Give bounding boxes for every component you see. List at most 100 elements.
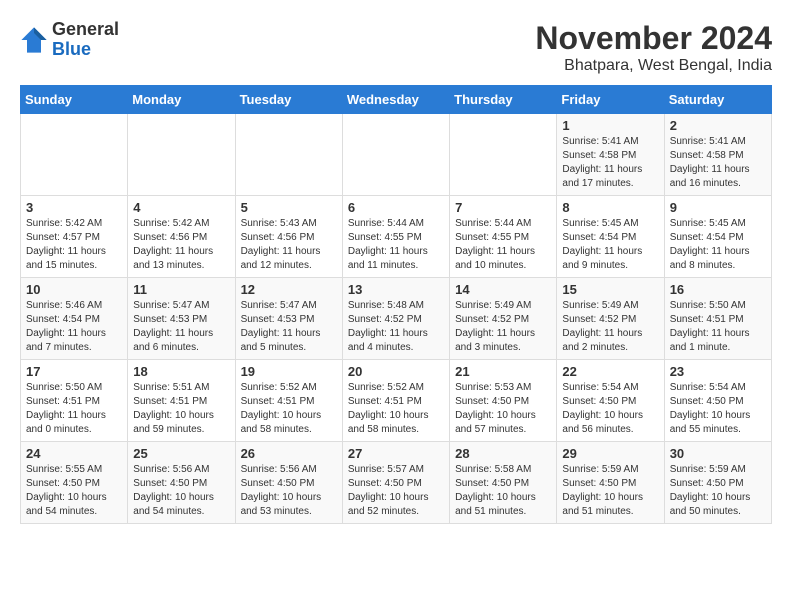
calendar-cell (235, 114, 342, 196)
day-info: Sunrise: 5:46 AMSunset: 4:54 PMDaylight:… (26, 299, 122, 355)
day-number: 15 (562, 282, 658, 297)
calendar-cell: 22Sunrise: 5:54 AMSunset: 4:50 PMDayligh… (557, 360, 664, 442)
day-info: Sunrise: 5:44 AMSunset: 4:55 PMDaylight:… (348, 217, 444, 273)
day-info: Sunrise: 5:42 AMSunset: 4:57 PMDaylight:… (26, 217, 122, 273)
calendar-cell: 8Sunrise: 5:45 AMSunset: 4:54 PMDaylight… (557, 196, 664, 278)
day-info: Sunrise: 5:51 AMSunset: 4:51 PMDaylight:… (133, 381, 229, 437)
week-row-1: 1 Sunrise: 5:41 AMSunset: 4:58 PMDaylight… (21, 114, 772, 196)
calendar-cell: 7Sunrise: 5:44 AMSunset: 4:55 PMDaylight… (450, 196, 557, 278)
day-number: 23 (670, 364, 766, 379)
day-number: 11 (133, 282, 229, 297)
calendar-cell: 19 Sunrise: 5:52 AMSunset: 4:51 PMDayligh… (235, 360, 342, 442)
day-number: 5 (241, 200, 337, 215)
day-number: 30 (670, 446, 766, 461)
calendar-cell: 26 Sunrise: 5:56 AMSunset: 4:50 PMDayligh… (235, 442, 342, 524)
day-number: 20 (348, 364, 444, 379)
calendar-cell: 4 Sunrise: 5:42 AMSunset: 4:56 PMDaylight… (128, 196, 235, 278)
month-title: November 2024 (535, 20, 772, 57)
day-number: 7 (455, 200, 551, 215)
day-info: Sunrise: 5:58 AMSunset: 4:50 PMDaylight:… (455, 463, 551, 519)
calendar-cell: 30Sunrise: 5:59 AMSunset: 4:50 PMDayligh… (664, 442, 771, 524)
day-number: 14 (455, 282, 551, 297)
week-row-4: 17 Sunrise: 5:50 AMSunset: 4:51 PMDayligh… (21, 360, 772, 442)
day-number: 26 (241, 446, 337, 461)
week-row-5: 24 Sunrise: 5:55 AMSunset: 4:50 PMDayligh… (21, 442, 772, 524)
calendar-cell (128, 114, 235, 196)
header-row: SundayMondayTuesdayWednesdayThursdayFrid… (21, 86, 772, 114)
day-number: 29 (562, 446, 658, 461)
day-info: Sunrise: 5:57 AMSunset: 4:50 PMDaylight:… (348, 463, 444, 519)
day-number: 12 (241, 282, 337, 297)
logo-icon (20, 26, 48, 54)
day-info: Sunrise: 5:41 AMSunset: 4:58 PMDaylight:… (670, 135, 766, 191)
calendar-cell: 15 Sunrise: 5:49 AMSunset: 4:52 PMDayligh… (557, 278, 664, 360)
day-number: 4 (133, 200, 229, 215)
day-info: Sunrise: 5:41 AMSunset: 4:58 PMDaylight:… (562, 135, 658, 191)
day-info: Sunrise: 5:59 AMSunset: 4:50 PMDaylight:… (562, 463, 658, 519)
day-number: 22 (562, 364, 658, 379)
day-info: Sunrise: 5:56 AMSunset: 4:50 PMDaylight:… (241, 463, 337, 519)
day-info: Sunrise: 5:55 AMSunset: 4:50 PMDaylight:… (26, 463, 122, 519)
day-number: 6 (348, 200, 444, 215)
day-number: 10 (26, 282, 122, 297)
day-number: 24 (26, 446, 122, 461)
day-info: Sunrise: 5:47 AMSunset: 4:53 PMDaylight:… (241, 299, 337, 355)
calendar-header: SundayMondayTuesdayWednesdayThursdayFrid… (21, 86, 772, 114)
day-info: Sunrise: 5:47 AMSunset: 4:53 PMDaylight:… (133, 299, 229, 355)
day-number: 21 (455, 364, 551, 379)
calendar-cell: 18 Sunrise: 5:51 AMSunset: 4:51 PMDayligh… (128, 360, 235, 442)
day-number: 16 (670, 282, 766, 297)
day-number: 18 (133, 364, 229, 379)
calendar-cell: 24 Sunrise: 5:55 AMSunset: 4:50 PMDayligh… (21, 442, 128, 524)
day-info: Sunrise: 5:54 AMSunset: 4:50 PMDaylight:… (670, 381, 766, 437)
header-day-friday: Friday (557, 86, 664, 114)
day-number: 27 (348, 446, 444, 461)
day-info: Sunrise: 5:48 AMSunset: 4:52 PMDaylight:… (348, 299, 444, 355)
calendar-cell: 25Sunrise: 5:56 AMSunset: 4:50 PMDayligh… (128, 442, 235, 524)
calendar-cell: 29 Sunrise: 5:59 AMSunset: 4:50 PMDayligh… (557, 442, 664, 524)
logo-text: General Blue (52, 20, 119, 60)
header: General Blue November 2024 Bhatpara, Wes… (20, 20, 772, 75)
header-day-tuesday: Tuesday (235, 86, 342, 114)
day-info: Sunrise: 5:52 AMSunset: 4:51 PMDaylight:… (348, 381, 444, 437)
week-row-3: 10 Sunrise: 5:46 AMSunset: 4:54 PMDayligh… (21, 278, 772, 360)
day-number: 3 (26, 200, 122, 215)
calendar-cell: 16 Sunrise: 5:50 AMSunset: 4:51 PMDayligh… (664, 278, 771, 360)
header-day-wednesday: Wednesday (342, 86, 449, 114)
calendar-cell: 28 Sunrise: 5:58 AMSunset: 4:50 PMDayligh… (450, 442, 557, 524)
header-day-thursday: Thursday (450, 86, 557, 114)
day-info: Sunrise: 5:53 AMSunset: 4:50 PMDaylight:… (455, 381, 551, 437)
day-number: 1 (562, 118, 658, 133)
day-number: 9 (670, 200, 766, 215)
calendar-cell: 1 Sunrise: 5:41 AMSunset: 4:58 PMDaylight… (557, 114, 664, 196)
calendar-cell: 5 Sunrise: 5:43 AMSunset: 4:56 PMDaylight… (235, 196, 342, 278)
logo: General Blue (20, 20, 119, 60)
calendar-cell: 20 Sunrise: 5:52 AMSunset: 4:51 PMDayligh… (342, 360, 449, 442)
calendar-body: 1 Sunrise: 5:41 AMSunset: 4:58 PMDaylight… (21, 114, 772, 524)
calendar-cell: 6 Sunrise: 5:44 AMSunset: 4:55 PMDaylight… (342, 196, 449, 278)
day-info: Sunrise: 5:52 AMSunset: 4:51 PMDaylight:… (241, 381, 337, 437)
day-info: Sunrise: 5:50 AMSunset: 4:51 PMDaylight:… (670, 299, 766, 355)
day-info: Sunrise: 5:49 AMSunset: 4:52 PMDaylight:… (455, 299, 551, 355)
calendar-cell (450, 114, 557, 196)
header-day-monday: Monday (128, 86, 235, 114)
day-info: Sunrise: 5:43 AMSunset: 4:56 PMDaylight:… (241, 217, 337, 273)
day-number: 28 (455, 446, 551, 461)
calendar-cell: 21 Sunrise: 5:53 AMSunset: 4:50 PMDayligh… (450, 360, 557, 442)
day-number: 19 (241, 364, 337, 379)
day-info: Sunrise: 5:42 AMSunset: 4:56 PMDaylight:… (133, 217, 229, 273)
calendar-cell: 27 Sunrise: 5:57 AMSunset: 4:50 PMDayligh… (342, 442, 449, 524)
calendar-cell: 13 Sunrise: 5:48 AMSunset: 4:52 PMDayligh… (342, 278, 449, 360)
calendar-cell: 23 Sunrise: 5:54 AMSunset: 4:50 PMDayligh… (664, 360, 771, 442)
day-number: 25 (133, 446, 229, 461)
day-info: Sunrise: 5:49 AMSunset: 4:52 PMDaylight:… (562, 299, 658, 355)
title-section: November 2024 Bhatpara, West Bengal, Ind… (535, 20, 772, 75)
calendar-cell: 17 Sunrise: 5:50 AMSunset: 4:51 PMDayligh… (21, 360, 128, 442)
calendar-cell: 11 Sunrise: 5:47 AMSunset: 4:53 PMDayligh… (128, 278, 235, 360)
day-info: Sunrise: 5:50 AMSunset: 4:51 PMDaylight:… (26, 381, 122, 437)
day-number: 17 (26, 364, 122, 379)
day-info: Sunrise: 5:45 AMSunset: 4:54 PMDaylight:… (670, 217, 766, 273)
calendar-cell: 12 Sunrise: 5:47 AMSunset: 4:53 PMDayligh… (235, 278, 342, 360)
day-number: 13 (348, 282, 444, 297)
header-day-sunday: Sunday (21, 86, 128, 114)
